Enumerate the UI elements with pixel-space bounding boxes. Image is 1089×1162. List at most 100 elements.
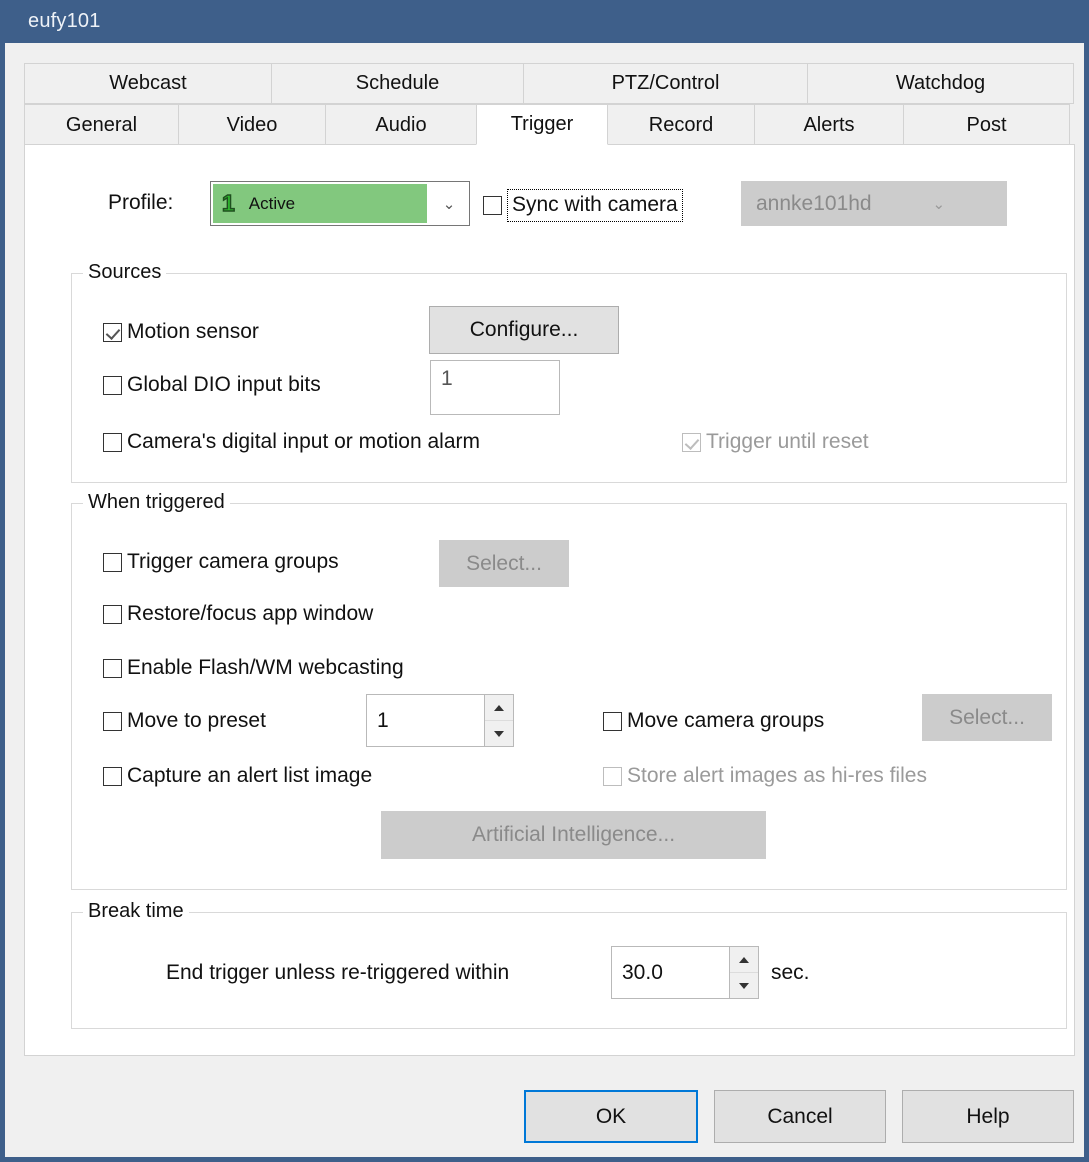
checkbox-box (603, 711, 622, 731)
break-time-value: 30.0 (622, 960, 663, 984)
trigger-camera-groups-checkbox[interactable]: Trigger camera groups (103, 550, 339, 574)
checkbox-box (483, 196, 502, 215)
move-camera-groups-label: Move camera groups (627, 709, 825, 732)
checkbox-box (103, 552, 122, 572)
move-camera-groups-checkbox[interactable]: Move camera groups (603, 709, 824, 733)
profile-selected-item: 1 Active (213, 184, 427, 223)
checkbox-box (103, 604, 122, 624)
tab-ptz-control[interactable]: PTZ/Control (523, 63, 808, 104)
tab-label: Post (966, 113, 1007, 136)
capture-alert-image-checkbox[interactable]: Capture an alert list image (103, 764, 372, 788)
artificial-intelligence-button: Artificial Intelligence... (381, 811, 766, 859)
chevron-down-icon: ⌄ (442, 195, 456, 213)
ai-button-label: Artificial Intelligence... (471, 823, 676, 846)
checkbox-box (103, 375, 122, 395)
store-hires-files-checkbox: Store alert images as hi-res files (603, 764, 927, 788)
break-time-label: End trigger unless re-triggered within (166, 961, 510, 984)
tab-webcast[interactable]: Webcast (24, 63, 272, 104)
select-button-label: Select... (466, 551, 542, 575)
cancel-button[interactable]: Cancel (714, 1090, 886, 1143)
checkbox-box (103, 658, 122, 678)
ok-button-label: OK (595, 1104, 627, 1128)
trigger-tab-panel: Profile: 1 Active ⌄ Sync with camera ann… (24, 144, 1075, 1056)
camera-combobox: annke101hd ⌄ (741, 181, 1007, 226)
store-hires-files-label: Store alert images as hi-res files (627, 764, 927, 787)
sync-label-focus-rect: Sync with camera (507, 189, 683, 222)
ok-button[interactable]: OK (524, 1090, 698, 1143)
tab-strip: Webcast Schedule PTZ/Control Watchdog Ge… (24, 63, 1075, 145)
arrow-up-icon (494, 704, 504, 711)
checkbox-box (103, 432, 122, 452)
spinner-up-button[interactable] (730, 947, 758, 973)
tab-video[interactable]: Video (178, 104, 326, 145)
profile-combobox[interactable]: 1 Active ⌄ (210, 181, 470, 226)
break-time-group: Break time End trigger unless re-trigger… (71, 900, 1067, 1029)
help-button-label: Help (966, 1104, 1010, 1128)
tab-general[interactable]: General (24, 104, 179, 145)
tab-label: Watchdog (895, 72, 986, 94)
checkbox-box (682, 432, 701, 452)
tab-label: General (65, 113, 138, 136)
tab-audio[interactable]: Audio (325, 104, 477, 145)
global-dio-checkbox[interactable]: Global DIO input bits (103, 373, 321, 397)
configure-button[interactable]: Configure... (429, 306, 619, 354)
break-time-unit: sec. (771, 961, 810, 984)
tab-label: Video (226, 113, 278, 136)
tab-watchdog[interactable]: Watchdog (807, 63, 1074, 104)
arrow-up-icon (739, 956, 749, 963)
trigger-camera-groups-label: Trigger camera groups (127, 550, 339, 573)
move-to-preset-spinner[interactable]: 1 (366, 694, 514, 747)
sources-group: Sources Motion sensor Configure... Globa… (71, 261, 1067, 483)
profile-value: Active (248, 193, 296, 213)
capture-alert-image-label: Capture an alert list image (127, 764, 373, 787)
sync-with-camera-checkbox[interactable]: Sync with camera (483, 189, 683, 222)
checkbox-box (603, 766, 622, 786)
checkbox-box (103, 711, 122, 731)
dialog-footer: OK Cancel Help (5, 1070, 1084, 1157)
move-to-preset-value: 1 (377, 708, 389, 732)
tab-schedule[interactable]: Schedule (271, 63, 524, 104)
help-button[interactable]: Help (902, 1090, 1074, 1143)
tab-label: Webcast (109, 72, 187, 94)
sources-legend: Sources (83, 261, 167, 284)
tab-row-top: Webcast Schedule PTZ/Control Watchdog (24, 63, 1075, 104)
restore-focus-app-window-checkbox[interactable]: Restore/focus app window (103, 602, 373, 626)
spinner-down-button[interactable] (485, 721, 513, 746)
tab-alerts[interactable]: Alerts (754, 104, 904, 145)
camera-digital-input-checkbox[interactable]: Camera's digital input or motion alarm (103, 430, 480, 454)
move-to-preset-label: Move to preset (127, 709, 266, 732)
select-trigger-groups-button: Select... (439, 540, 569, 587)
restore-focus-label: Restore/focus app window (127, 602, 374, 625)
motion-sensor-checkbox[interactable]: Motion sensor (103, 320, 259, 344)
tab-label: Alerts (803, 113, 855, 136)
break-time-legend: Break time (83, 900, 189, 923)
window-title: eufy101 (28, 10, 101, 32)
configure-button-label: Configure... (469, 318, 579, 341)
chevron-down-icon: ⌄ (932, 195, 946, 213)
when-triggered-legend: When triggered (83, 491, 230, 514)
trigger-until-reset-checkbox: Trigger until reset (682, 430, 869, 454)
tab-label: Schedule (355, 72, 440, 94)
tab-label: Record (648, 113, 714, 136)
spinner-down-button[interactable] (730, 973, 758, 998)
spinner-buttons (729, 947, 758, 998)
spinner-up-button[interactable] (485, 695, 513, 721)
break-time-spinner[interactable]: 30.0 (611, 946, 759, 999)
profile-row: Profile: 1 Active ⌄ Sync with camera ann… (25, 181, 1074, 227)
checkbox-box (103, 322, 122, 342)
move-to-preset-checkbox[interactable]: Move to preset (103, 709, 266, 733)
when-triggered-group: When triggered Trigger camera groups Sel… (71, 491, 1067, 890)
tab-row-bottom: General Video Audio Trigger Record Alert… (24, 104, 1075, 145)
tab-post[interactable]: Post (903, 104, 1070, 145)
motion-sensor-label: Motion sensor (127, 320, 259, 343)
cancel-button-label: Cancel (767, 1104, 833, 1128)
global-dio-input[interactable]: 1 (430, 360, 560, 415)
select-move-groups-button: Select... (922, 694, 1052, 741)
tab-label: PTZ/Control (611, 72, 720, 94)
tab-trigger[interactable]: Trigger (476, 104, 608, 145)
arrow-down-icon (739, 982, 749, 989)
tab-record[interactable]: Record (607, 104, 755, 145)
profile-number: 1 (221, 190, 235, 216)
tab-label: Trigger (510, 113, 574, 135)
enable-webcasting-checkbox[interactable]: Enable Flash/WM webcasting (103, 656, 404, 680)
